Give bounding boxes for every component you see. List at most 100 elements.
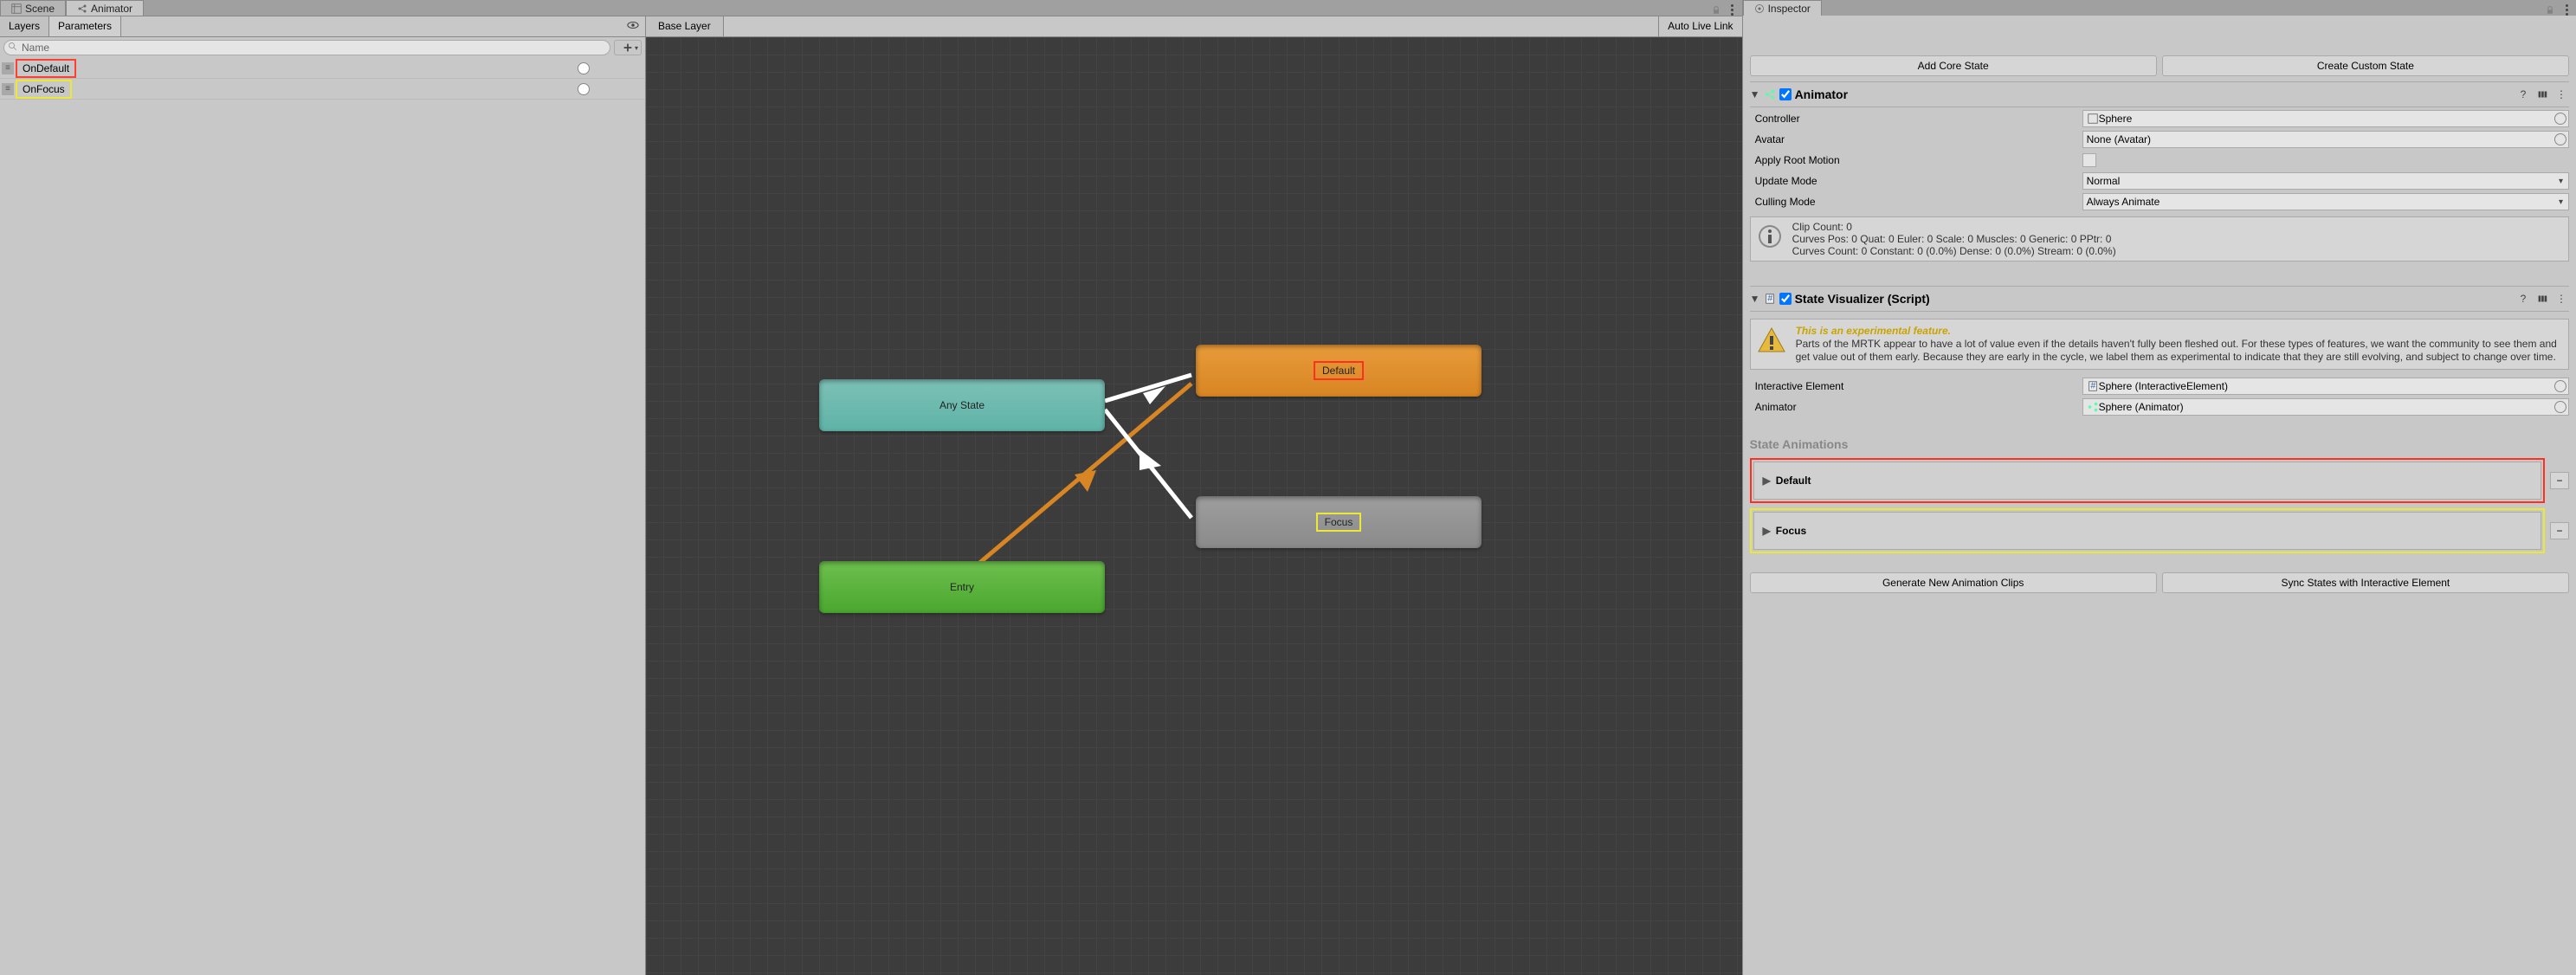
inspector-icon [1754, 3, 1765, 14]
culling-mode-label: Culling Mode [1750, 196, 2079, 208]
avatar-value: None (Avatar) [2087, 133, 2151, 145]
remove-state-button[interactable]: − [2550, 522, 2569, 539]
panel-menu-icon[interactable] [2560, 3, 2573, 16]
object-picker-icon[interactable] [2554, 380, 2566, 392]
update-mode-value: Normal [2087, 175, 2121, 187]
component-enable-checkbox[interactable] [1779, 88, 1792, 100]
component-header-animator[interactable]: ▼ Animator ? ⋮ [1750, 81, 2569, 107]
tab-animator[interactable]: Animator [66, 0, 144, 16]
foldout-icon[interactable]: ▼ [1750, 293, 1760, 305]
node-label: Default [1314, 361, 1364, 380]
component-title: State Visualizer (Script) [1795, 292, 1930, 306]
subtab-parameters[interactable]: Parameters [49, 16, 121, 36]
state-anim-label: Focus [1776, 525, 1806, 537]
add-core-state-button[interactable]: Add Core State [1750, 55, 2157, 76]
controller-value: Sphere [2099, 113, 2133, 125]
preset-icon[interactable] [2534, 291, 2550, 307]
parameter-row-ondefault[interactable]: ≡ OnDefault [0, 58, 645, 79]
interactive-element-field[interactable]: # Sphere (InteractiveElement) [2082, 378, 2569, 395]
interactive-element-value: Sphere (InteractiveElement) [2099, 380, 2228, 392]
apply-root-label: Apply Root Motion [1750, 154, 2079, 166]
node-label: Focus [1316, 513, 1362, 532]
tab-scene-label: Scene [25, 3, 55, 15]
auto-live-link-button[interactable]: Auto Live Link [1658, 16, 1741, 36]
drag-handle-icon[interactable]: ≡ [2, 62, 14, 74]
node-label: Any State [939, 399, 985, 411]
node-default[interactable]: Default [1196, 345, 1482, 397]
lock-icon[interactable] [1711, 5, 1721, 16]
help-icon[interactable]: ? [2515, 291, 2531, 307]
panel-menu-icon[interactable] [1727, 3, 1739, 16]
animator-ref-field[interactable]: Sphere (Animator) [2082, 398, 2569, 416]
animator-component-icon [1764, 88, 1776, 100]
svg-text:#: # [1767, 294, 1772, 304]
state-animation-focus[interactable]: ▶ Focus [1753, 512, 2541, 550]
visibility-icon[interactable] [624, 16, 642, 34]
context-menu-icon[interactable]: ⋮ [2553, 291, 2569, 307]
component-enable-checkbox[interactable] [1779, 293, 1792, 305]
animator-icon [77, 3, 87, 14]
transition-lines [646, 37, 1742, 975]
remove-state-button[interactable]: − [2550, 472, 2569, 489]
generate-clips-button[interactable]: Generate New Animation Clips [1750, 572, 2157, 593]
script-icon: # [1764, 293, 1776, 305]
context-menu-icon[interactable]: ⋮ [2553, 87, 2569, 102]
tab-inspector[interactable]: Inspector [1743, 0, 1822, 16]
controller-field[interactable]: Sphere [2082, 110, 2569, 127]
inspector-panel: Inspector Add Core State Create Custom S… [1742, 0, 2576, 975]
animator-asset-icon [2087, 401, 2099, 413]
avatar-label: Avatar [1750, 133, 2079, 145]
controller-asset-icon [2087, 113, 2099, 125]
foldout-icon[interactable]: ▶ [1763, 525, 1771, 537]
parameters-sidebar: Layers Parameters Name [0, 16, 646, 975]
preset-icon[interactable] [2534, 87, 2550, 102]
node-focus[interactable]: Focus [1196, 496, 1482, 548]
culling-mode-dropdown[interactable]: Always Animate [2082, 193, 2569, 210]
search-placeholder: Name [22, 42, 49, 54]
scene-icon [11, 3, 22, 14]
script-asset-icon: # [2087, 380, 2099, 392]
left-tabs: Scene Animator [0, 0, 1742, 16]
update-mode-dropdown[interactable]: Normal [2082, 172, 2569, 190]
tab-inspector-label: Inspector [1768, 3, 1811, 15]
info-icon [1754, 221, 1785, 252]
node-any-state[interactable]: Any State [819, 379, 1105, 431]
object-picker-icon[interactable] [2554, 113, 2566, 125]
graph-canvas[interactable]: Any State Entry Default Focus [646, 37, 1742, 975]
animator-ref-value: Sphere (Animator) [2099, 401, 2184, 413]
lock-icon[interactable] [2545, 5, 2555, 16]
layer-breadcrumb[interactable]: Base Layer [646, 16, 724, 36]
help-icon[interactable]: ? [2515, 87, 2531, 102]
warning-title: This is an experimental feature. [1796, 325, 1951, 337]
interactive-element-label: Interactive Element [1750, 380, 2079, 392]
add-parameter-button[interactable] [614, 40, 642, 55]
state-animations-title: State Animations [1750, 437, 2569, 451]
subtab-layers[interactable]: Layers [0, 16, 49, 36]
sync-states-button[interactable]: Sync States with Interactive Element [2162, 572, 2569, 593]
warning-body: Parts of the MRTK appear to have a lot o… [1796, 338, 2557, 363]
object-picker-icon[interactable] [2554, 401, 2566, 413]
node-entry[interactable]: Entry [819, 561, 1105, 613]
parameter-row-onfocus[interactable]: ≡ OnFocus [0, 79, 645, 100]
parameter-search-input[interactable]: Name [3, 40, 610, 55]
state-animation-default[interactable]: ▶Default [1753, 462, 2541, 500]
avatar-field[interactable]: None (Avatar) [2082, 131, 2569, 148]
object-picker-icon[interactable] [2554, 133, 2566, 145]
experimental-warning: This is an experimental feature. Parts o… [1750, 319, 2569, 370]
foldout-icon[interactable]: ▶ [1763, 475, 1771, 487]
component-header-statevisualizer[interactable]: ▼ # State Visualizer (Script) ? ⋮ [1750, 286, 2569, 312]
curves-pos-text: Curves Pos: 0 Quat: 0 Euler: 0 Scale: 0 … [1792, 233, 2116, 245]
apply-root-checkbox[interactable] [2082, 153, 2096, 167]
node-label: Entry [950, 581, 974, 593]
animator-panel: Scene Animator Layers Parameters [0, 0, 1742, 975]
parameter-value-toggle[interactable] [578, 83, 590, 95]
parameter-label: OnDefault [16, 59, 76, 78]
create-custom-state-button[interactable]: Create Custom State [2162, 55, 2569, 76]
drag-handle-icon[interactable]: ≡ [2, 83, 14, 95]
tab-scene[interactable]: Scene [0, 0, 66, 16]
foldout-icon[interactable]: ▼ [1750, 88, 1760, 100]
search-icon [8, 42, 18, 52]
svg-text:#: # [2090, 381, 2095, 391]
parameter-value-toggle[interactable] [578, 62, 590, 74]
culling-mode-value: Always Animate [2087, 196, 2160, 208]
